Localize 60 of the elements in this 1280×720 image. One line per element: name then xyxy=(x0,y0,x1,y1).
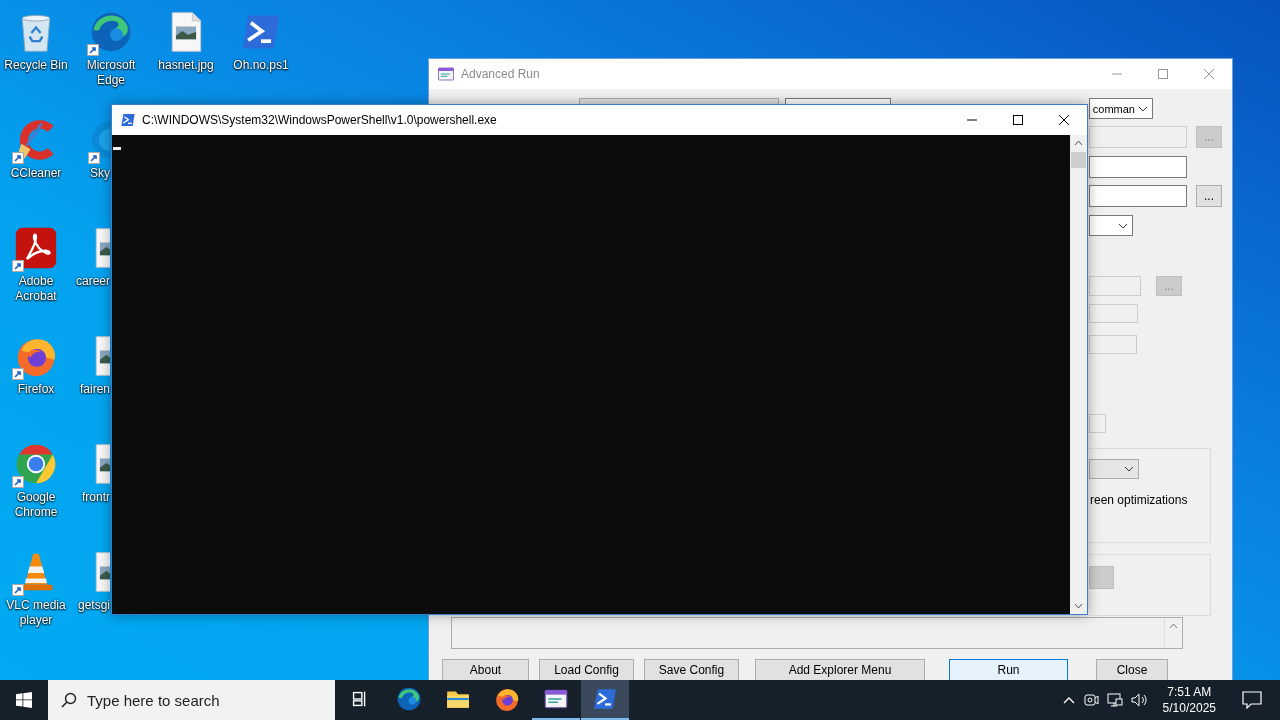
text-field[interactable] xyxy=(1089,185,1187,207)
shortcut-arrow-icon xyxy=(12,152,24,164)
checkbox-label[interactable]: reen optimizations xyxy=(1090,493,1188,507)
chevron-down-icon xyxy=(1138,105,1148,112)
desktop-icon[interactable]: VLC media player xyxy=(0,548,72,628)
shortcut-arrow-icon xyxy=(88,152,100,164)
maximize-icon xyxy=(1013,115,1023,125)
window-title: Advanced Run xyxy=(461,67,541,81)
chevron-up-icon[interactable] xyxy=(1062,696,1075,704)
output-box[interactable] xyxy=(451,617,1183,649)
shortcut-arrow-icon xyxy=(12,260,24,272)
dropdown[interactable] xyxy=(1089,215,1133,236)
shortcut-arrow-icon xyxy=(12,476,24,488)
close-icon xyxy=(1059,115,1069,125)
desktop-icon[interactable]: Adobe Acrobat xyxy=(0,224,72,304)
window-title: C:\WINDOWS\System32\WindowsPowerShell\v1.0\powershell.exe xyxy=(142,113,498,127)
start-icon xyxy=(16,692,32,708)
desktop-icon[interactable]: Firefox xyxy=(0,332,72,397)
desktop-icon[interactable]: Google Chrome xyxy=(0,440,72,520)
chevron-down-icon xyxy=(1124,466,1134,472)
dialog-button[interactable]: Run xyxy=(949,659,1068,680)
desktop-icon[interactable]: Oh.no.ps1 xyxy=(225,8,297,73)
dialog-button[interactable]: Load Config xyxy=(539,659,634,680)
browser-icon xyxy=(14,442,58,486)
volume-icon[interactable] xyxy=(1130,692,1149,708)
chevron-down-icon xyxy=(1118,222,1128,229)
browser-icon xyxy=(396,686,422,712)
dialog-button[interactable]: About xyxy=(442,659,529,680)
scrollbar-thumb[interactable] xyxy=(1071,152,1086,168)
dialog-button[interactable]: Save Config xyxy=(644,659,739,680)
terminal-icon xyxy=(120,112,136,128)
app-window-icon xyxy=(437,65,455,83)
network-icon[interactable] xyxy=(1106,692,1123,708)
browser-icon xyxy=(89,10,133,54)
text-cursor xyxy=(113,147,121,150)
desktop-icon[interactable]: hasnet.jpg xyxy=(150,8,222,73)
clock[interactable]: 7:51 AM 5/10/2025 xyxy=(1162,684,1216,716)
desktop-icon[interactable]: CCleaner xyxy=(0,116,72,181)
desktop-icon[interactable]: Microsoft Edge xyxy=(75,8,147,88)
taskbar-app[interactable] xyxy=(581,680,629,720)
scrollbar[interactable] xyxy=(1070,135,1087,614)
shortcut-arrow-icon xyxy=(87,44,99,56)
dialog-button[interactable]: Close xyxy=(1096,659,1168,680)
desktop-icon[interactable]: Recycle Bin xyxy=(0,8,72,73)
document-app-icon xyxy=(14,226,58,270)
maximize-icon xyxy=(1158,69,1168,79)
shortcut-arrow-icon xyxy=(12,584,24,596)
terminal-icon xyxy=(592,686,618,712)
scroll-up-icon[interactable] xyxy=(1169,623,1178,629)
text-field[interactable] xyxy=(1089,156,1187,178)
notification-icon[interactable] xyxy=(1242,691,1262,709)
camera-icon[interactable] xyxy=(1082,692,1099,708)
dropdown[interactable]: comman xyxy=(1089,98,1153,119)
browser-icon xyxy=(494,686,520,712)
shortcut-arrow-icon xyxy=(12,368,24,380)
browse-button[interactable]: ... xyxy=(1196,185,1222,207)
close-icon xyxy=(1204,69,1214,79)
search-field[interactable]: Type here to search xyxy=(48,680,335,720)
search-icon xyxy=(61,692,77,708)
dialog-button[interactable]: Add Explorer Menu xyxy=(755,659,925,680)
